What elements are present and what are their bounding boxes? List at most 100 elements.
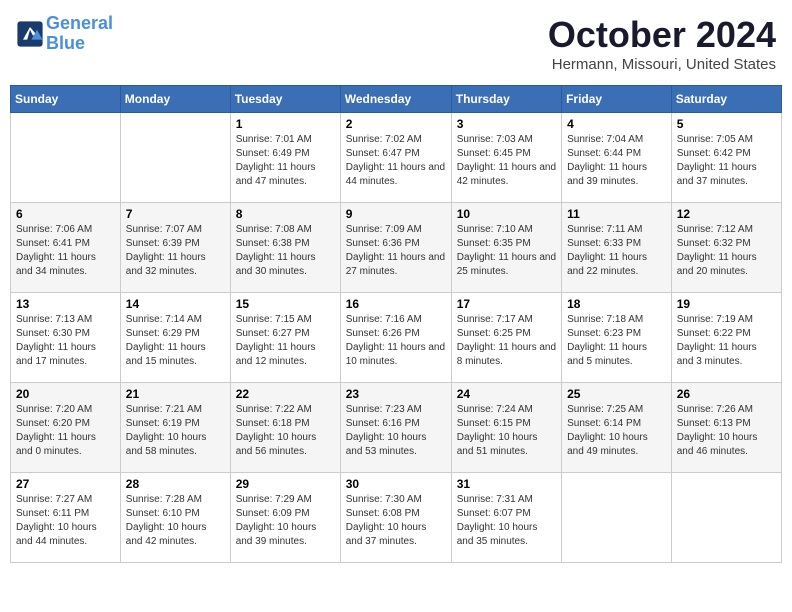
day-info: Sunrise: 7:06 AMSunset: 6:41 PMDaylight:… xyxy=(16,223,115,279)
day-info: Sunrise: 7:25 AMSunset: 6:14 PMDaylight:… xyxy=(567,403,666,459)
day-cell: 14 Sunrise: 7:14 AMSunset: 6:29 PMDaylig… xyxy=(120,293,230,383)
day-info: Sunrise: 7:02 AMSunset: 6:47 PMDaylight:… xyxy=(346,133,446,189)
day-cell xyxy=(671,473,781,563)
title-area: October 2024 Hermann, Missouri, United S… xyxy=(548,14,776,73)
weekday-friday: Friday xyxy=(562,86,672,113)
day-number: 14 xyxy=(126,297,225,311)
day-info: Sunrise: 7:26 AMSunset: 6:13 PMDaylight:… xyxy=(677,403,776,459)
day-info: Sunrise: 7:11 AMSunset: 6:33 PMDaylight:… xyxy=(567,223,666,279)
weekday-thursday: Thursday xyxy=(451,86,561,113)
day-number: 28 xyxy=(126,477,225,491)
day-cell: 9 Sunrise: 7:09 AMSunset: 6:36 PMDayligh… xyxy=(340,203,451,293)
day-cell: 17 Sunrise: 7:17 AMSunset: 6:25 PMDaylig… xyxy=(451,293,561,383)
weekday-wednesday: Wednesday xyxy=(340,86,451,113)
day-info: Sunrise: 7:16 AMSunset: 6:26 PMDaylight:… xyxy=(346,313,446,369)
day-number: 6 xyxy=(16,207,115,221)
day-info: Sunrise: 7:30 AMSunset: 6:08 PMDaylight:… xyxy=(346,493,446,549)
day-cell: 25 Sunrise: 7:25 AMSunset: 6:14 PMDaylig… xyxy=(562,383,672,473)
weekday-saturday: Saturday xyxy=(671,86,781,113)
day-number: 25 xyxy=(567,387,666,401)
day-info: Sunrise: 7:23 AMSunset: 6:16 PMDaylight:… xyxy=(346,403,446,459)
day-info: Sunrise: 7:18 AMSunset: 6:23 PMDaylight:… xyxy=(567,313,666,369)
day-cell: 5 Sunrise: 7:05 AMSunset: 6:42 PMDayligh… xyxy=(671,113,781,203)
day-cell: 7 Sunrise: 7:07 AMSunset: 6:39 PMDayligh… xyxy=(120,203,230,293)
day-cell: 2 Sunrise: 7:02 AMSunset: 6:47 PMDayligh… xyxy=(340,113,451,203)
day-info: Sunrise: 7:14 AMSunset: 6:29 PMDaylight:… xyxy=(126,313,225,369)
day-number: 8 xyxy=(236,207,335,221)
header: General Blue October 2024 Hermann, Misso… xyxy=(10,10,782,77)
day-number: 10 xyxy=(457,207,556,221)
day-cell: 23 Sunrise: 7:23 AMSunset: 6:16 PMDaylig… xyxy=(340,383,451,473)
day-number: 15 xyxy=(236,297,335,311)
day-number: 4 xyxy=(567,117,666,131)
weekday-monday: Monday xyxy=(120,86,230,113)
day-cell: 8 Sunrise: 7:08 AMSunset: 6:38 PMDayligh… xyxy=(230,203,340,293)
calendar-body: 1 Sunrise: 7:01 AMSunset: 6:49 PMDayligh… xyxy=(11,113,782,563)
day-info: Sunrise: 7:22 AMSunset: 6:18 PMDaylight:… xyxy=(236,403,335,459)
day-info: Sunrise: 7:24 AMSunset: 6:15 PMDaylight:… xyxy=(457,403,556,459)
day-cell: 6 Sunrise: 7:06 AMSunset: 6:41 PMDayligh… xyxy=(11,203,121,293)
day-cell: 16 Sunrise: 7:16 AMSunset: 6:26 PMDaylig… xyxy=(340,293,451,383)
day-info: Sunrise: 7:08 AMSunset: 6:38 PMDaylight:… xyxy=(236,223,335,279)
day-info: Sunrise: 7:01 AMSunset: 6:49 PMDaylight:… xyxy=(236,133,335,189)
day-info: Sunrise: 7:27 AMSunset: 6:11 PMDaylight:… xyxy=(16,493,115,549)
day-number: 21 xyxy=(126,387,225,401)
logo-icon xyxy=(16,20,44,48)
logo: General Blue xyxy=(16,14,113,54)
day-number: 23 xyxy=(346,387,446,401)
day-cell: 20 Sunrise: 7:20 AMSunset: 6:20 PMDaylig… xyxy=(11,383,121,473)
day-cell: 13 Sunrise: 7:13 AMSunset: 6:30 PMDaylig… xyxy=(11,293,121,383)
day-number: 24 xyxy=(457,387,556,401)
weekday-sunday: Sunday xyxy=(11,86,121,113)
day-number: 18 xyxy=(567,297,666,311)
day-number: 22 xyxy=(236,387,335,401)
calendar-table: SundayMondayTuesdayWednesdayThursdayFrid… xyxy=(10,85,782,563)
day-info: Sunrise: 7:15 AMSunset: 6:27 PMDaylight:… xyxy=(236,313,335,369)
day-cell: 18 Sunrise: 7:18 AMSunset: 6:23 PMDaylig… xyxy=(562,293,672,383)
day-info: Sunrise: 7:03 AMSunset: 6:45 PMDaylight:… xyxy=(457,133,556,189)
day-cell: 10 Sunrise: 7:10 AMSunset: 6:35 PMDaylig… xyxy=(451,203,561,293)
day-info: Sunrise: 7:09 AMSunset: 6:36 PMDaylight:… xyxy=(346,223,446,279)
day-info: Sunrise: 7:29 AMSunset: 6:09 PMDaylight:… xyxy=(236,493,335,549)
day-info: Sunrise: 7:21 AMSunset: 6:19 PMDaylight:… xyxy=(126,403,225,459)
day-info: Sunrise: 7:28 AMSunset: 6:10 PMDaylight:… xyxy=(126,493,225,549)
day-number: 2 xyxy=(346,117,446,131)
day-cell: 24 Sunrise: 7:24 AMSunset: 6:15 PMDaylig… xyxy=(451,383,561,473)
day-cell: 27 Sunrise: 7:27 AMSunset: 6:11 PMDaylig… xyxy=(11,473,121,563)
day-info: Sunrise: 7:13 AMSunset: 6:30 PMDaylight:… xyxy=(16,313,115,369)
day-cell: 30 Sunrise: 7:30 AMSunset: 6:08 PMDaylig… xyxy=(340,473,451,563)
location-title: Hermann, Missouri, United States xyxy=(548,56,776,73)
day-number: 26 xyxy=(677,387,776,401)
week-row-2: 6 Sunrise: 7:06 AMSunset: 6:41 PMDayligh… xyxy=(11,203,782,293)
day-info: Sunrise: 7:31 AMSunset: 6:07 PMDaylight:… xyxy=(457,493,556,549)
day-info: Sunrise: 7:05 AMSunset: 6:42 PMDaylight:… xyxy=(677,133,776,189)
day-cell: 4 Sunrise: 7:04 AMSunset: 6:44 PMDayligh… xyxy=(562,113,672,203)
week-row-4: 20 Sunrise: 7:20 AMSunset: 6:20 PMDaylig… xyxy=(11,383,782,473)
day-info: Sunrise: 7:07 AMSunset: 6:39 PMDaylight:… xyxy=(126,223,225,279)
day-number: 9 xyxy=(346,207,446,221)
day-number: 31 xyxy=(457,477,556,491)
day-cell: 28 Sunrise: 7:28 AMSunset: 6:10 PMDaylig… xyxy=(120,473,230,563)
day-number: 29 xyxy=(236,477,335,491)
day-cell: 31 Sunrise: 7:31 AMSunset: 6:07 PMDaylig… xyxy=(451,473,561,563)
day-number: 17 xyxy=(457,297,556,311)
day-cell: 29 Sunrise: 7:29 AMSunset: 6:09 PMDaylig… xyxy=(230,473,340,563)
day-number: 30 xyxy=(346,477,446,491)
day-cell: 11 Sunrise: 7:11 AMSunset: 6:33 PMDaylig… xyxy=(562,203,672,293)
day-number: 16 xyxy=(346,297,446,311)
day-cell xyxy=(11,113,121,203)
day-cell: 3 Sunrise: 7:03 AMSunset: 6:45 PMDayligh… xyxy=(451,113,561,203)
logo-general: General xyxy=(46,13,113,33)
day-info: Sunrise: 7:20 AMSunset: 6:20 PMDaylight:… xyxy=(16,403,115,459)
day-cell: 22 Sunrise: 7:22 AMSunset: 6:18 PMDaylig… xyxy=(230,383,340,473)
day-number: 27 xyxy=(16,477,115,491)
logo-blue: Blue xyxy=(46,33,85,53)
day-info: Sunrise: 7:10 AMSunset: 6:35 PMDaylight:… xyxy=(457,223,556,279)
week-row-1: 1 Sunrise: 7:01 AMSunset: 6:49 PMDayligh… xyxy=(11,113,782,203)
day-info: Sunrise: 7:04 AMSunset: 6:44 PMDaylight:… xyxy=(567,133,666,189)
day-cell: 1 Sunrise: 7:01 AMSunset: 6:49 PMDayligh… xyxy=(230,113,340,203)
day-number: 1 xyxy=(236,117,335,131)
day-number: 13 xyxy=(16,297,115,311)
day-cell xyxy=(120,113,230,203)
day-cell: 12 Sunrise: 7:12 AMSunset: 6:32 PMDaylig… xyxy=(671,203,781,293)
